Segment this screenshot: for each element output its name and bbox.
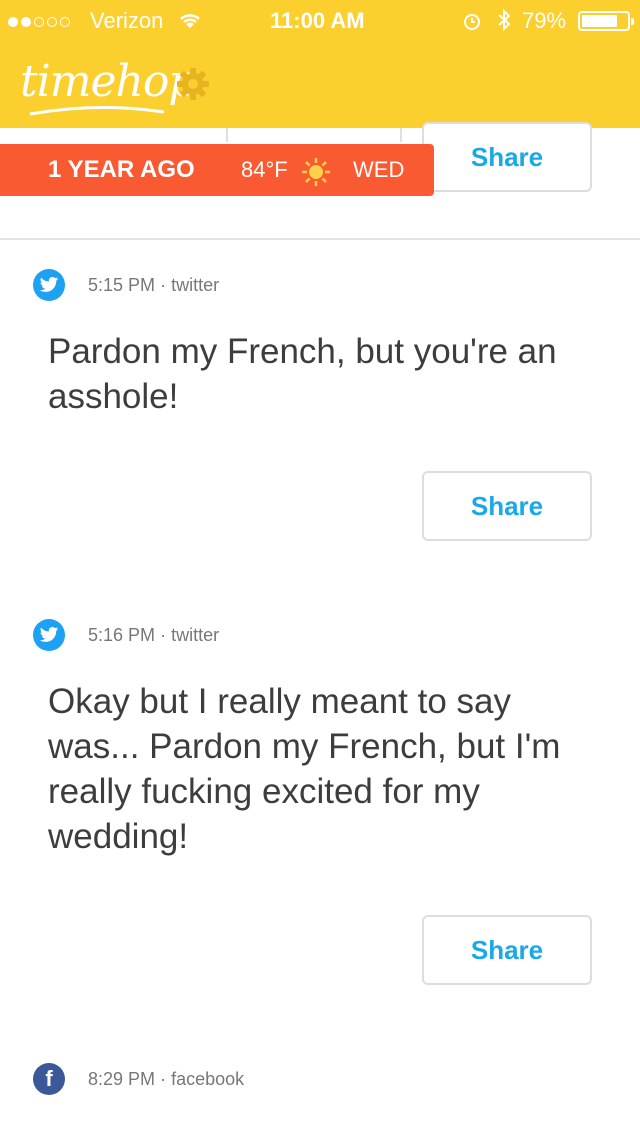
facebook-icon: f [33, 1063, 65, 1095]
twitter-icon [33, 619, 65, 651]
share-button[interactable]: Share [422, 471, 592, 541]
signal-strength-icon [8, 17, 70, 27]
post-card: 5:15 PM · twitter Pardon my French, but … [0, 240, 640, 592]
bluetooth-icon [496, 8, 512, 38]
post-time: 8:29 PM [88, 1069, 156, 1089]
gear-icon[interactable] [175, 66, 211, 107]
meta-separator: · [160, 1069, 167, 1089]
post-source: twitter [171, 625, 220, 645]
post-time: 5:15 PM [88, 275, 156, 295]
temperature-label: 84°F [241, 157, 288, 182]
battery-icon [578, 11, 630, 31]
post-source: twitter [171, 275, 220, 295]
logo-swoosh [29, 105, 165, 116]
years-ago-label: 1 YEAR AGO [48, 156, 195, 183]
meta-separator: · [160, 275, 167, 295]
post-meta: 5:15 PM · twitter [88, 275, 219, 296]
post-time: 5:16 PM [88, 625, 156, 645]
battery-percent: 79% [522, 8, 567, 33]
alarm-icon [462, 11, 482, 37]
weekday-label: WED [353, 157, 405, 182]
post-text: Pardon my French, but you're an asshole! [48, 332, 557, 416]
date-banner: 1 YEAR AGO 84°F WED [0, 144, 434, 196]
post-meta: 5:16 PM · twitter [88, 625, 219, 646]
timehop-logo: timehop [20, 56, 197, 107]
share-button[interactable]: Share [422, 915, 592, 985]
post-text: Okay but I really meant to say was... Pa… [48, 682, 561, 856]
card-edge-line [226, 128, 228, 142]
post-card: f 8:29 PM · facebook [0, 1034, 640, 1136]
post-source: facebook [171, 1069, 245, 1089]
status-bar: Verizon 11:00 AM 79% [0, 8, 640, 36]
share-button[interactable]: Share [422, 122, 592, 192]
battery-tip [631, 18, 634, 25]
carrier-name: Verizon [90, 8, 164, 33]
sun-icon [300, 156, 332, 193]
status-time: 11:00 AM [270, 8, 365, 33]
card-edge-line [400, 128, 402, 142]
twitter-icon [33, 269, 65, 301]
wifi-icon [177, 10, 203, 36]
post-meta: 8:29 PM · facebook [88, 1069, 244, 1090]
meta-separator: · [160, 625, 167, 645]
post-card: 5:16 PM · twitter Okay but I really mean… [0, 590, 640, 1036]
app-header: Verizon 11:00 AM 79% timehop [0, 0, 640, 128]
